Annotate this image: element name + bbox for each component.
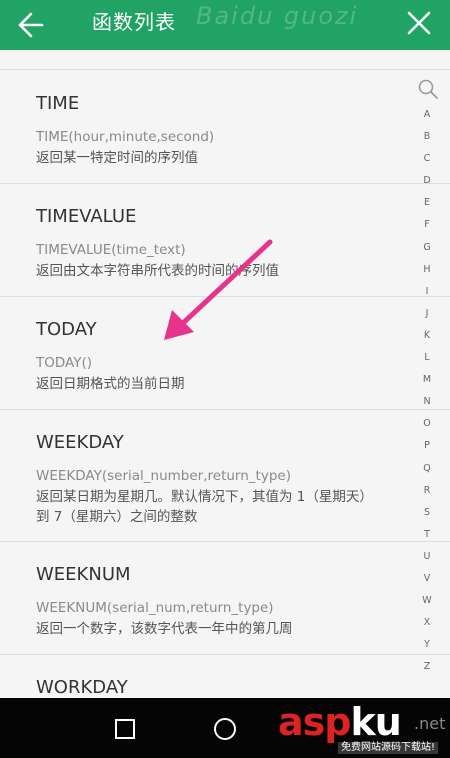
function-name: TIME (36, 93, 80, 114)
function-description: 返回某日期为星期几。默认情况下，其值为 1（星期天）到 7（星期六）之间的整数 (36, 489, 373, 525)
alphabet-index[interactable]: ABCDEFGHIJKLMNOPQRSTUVWXYZ (412, 78, 442, 678)
index-letter[interactable]: Q (412, 458, 442, 480)
logo-tld: .net (414, 714, 446, 733)
index-letter[interactable]: I (412, 281, 442, 303)
index-letter[interactable]: N (412, 391, 442, 413)
index-letter[interactable]: S (412, 502, 442, 524)
index-letter[interactable]: C (412, 148, 442, 170)
header-watermark: Baidu guozi (196, 2, 359, 30)
index-letter[interactable]: J (412, 303, 442, 325)
recent-apps-icon[interactable] (110, 714, 140, 744)
index-letter[interactable]: U (412, 546, 442, 568)
function-item-weekday[interactable]: WEEKDAY WEEKDAY(serial_number,return_typ… (0, 410, 450, 542)
aspku-watermark-logo: aspku .net 免费网站源码下载站! (276, 700, 450, 756)
function-name: TIMEVALUE (36, 206, 137, 227)
function-description: 返回一个数字，该数字代表一年中的第几周 (36, 621, 293, 637)
index-letter[interactable]: Y (412, 634, 442, 656)
function-item-time[interactable]: TIME TIME(hour,minute,second) 返回某一特定时间的序… (0, 71, 450, 184)
logo-brand-main: asp (278, 700, 351, 744)
index-letter[interactable]: P (412, 435, 442, 457)
index-letter[interactable]: M (412, 369, 442, 391)
index-letter[interactable]: Z (412, 656, 442, 678)
index-letter[interactable]: D (412, 170, 442, 192)
index-letter[interactable]: G (412, 237, 442, 259)
arrow-left-icon[interactable] (12, 8, 48, 42)
function-signature: TODAY() (36, 355, 92, 371)
logo-brand-accent: ku (350, 700, 401, 744)
function-signature: TIMEVALUE(time_text) (36, 242, 186, 258)
search-icon[interactable] (417, 78, 439, 100)
index-letter[interactable]: F (412, 214, 442, 236)
index-letter[interactable]: B (412, 126, 442, 148)
close-icon[interactable] (402, 6, 436, 40)
function-name: WORKDAY (36, 677, 128, 698)
function-signature: WEEKNUM(serial_num,return_type) (36, 600, 274, 616)
function-signature: WEEKDAY(serial_number,return_type) (36, 468, 291, 484)
index-letter[interactable]: O (412, 413, 442, 435)
index-letter[interactable]: W (412, 590, 442, 612)
system-nav-bar: aspku .net 免费网站源码下载站! (0, 698, 450, 758)
home-icon[interactable] (210, 714, 240, 744)
index-letter[interactable]: K (412, 325, 442, 347)
index-letters: ABCDEFGHIJKLMNOPQRSTUVWXYZ (412, 104, 442, 678)
index-letter[interactable]: X (412, 612, 442, 634)
function-item-weeknum[interactable]: WEEKNUM WEEKNUM(serial_num,return_type) … (0, 542, 450, 655)
function-list: TIME TIME(hour,minute,second) 返回某一特定时间的序… (0, 50, 450, 698)
function-name: TODAY (36, 319, 97, 340)
function-signature: TIME(hour,minute,second) (36, 129, 215, 145)
list-top-divider (0, 50, 450, 70)
logo-tagline: 免费网站源码下载站! (338, 742, 439, 754)
index-letter[interactable]: H (412, 259, 442, 281)
function-description: 返回日期格式的当前日期 (36, 376, 185, 392)
index-letter[interactable]: E (412, 192, 442, 214)
index-letter[interactable]: R (412, 480, 442, 502)
index-letter[interactable]: A (412, 104, 442, 126)
function-description: 返回某一特定时间的序列值 (36, 150, 198, 166)
function-item-workday[interactable]: WORKDAY (0, 655, 450, 698)
logo-brand: aspku (278, 700, 402, 744)
index-letter[interactable]: L (412, 347, 442, 369)
function-item-timevalue[interactable]: TIMEVALUE TIMEVALUE(time_text) 返回由文本字符串所… (0, 184, 450, 297)
page-title: 函数列表 (92, 10, 176, 34)
index-letter[interactable]: T (412, 524, 442, 546)
app-bar: Baidu guozi 函数列表 (0, 0, 450, 50)
function-name: WEEKNUM (36, 564, 131, 585)
function-item-today[interactable]: TODAY TODAY() 返回日期格式的当前日期 (0, 297, 450, 410)
function-name: WEEKDAY (36, 432, 124, 453)
index-letter[interactable]: V (412, 568, 442, 590)
function-description: 返回由文本字符串所代表的时间的序列值 (36, 263, 279, 279)
